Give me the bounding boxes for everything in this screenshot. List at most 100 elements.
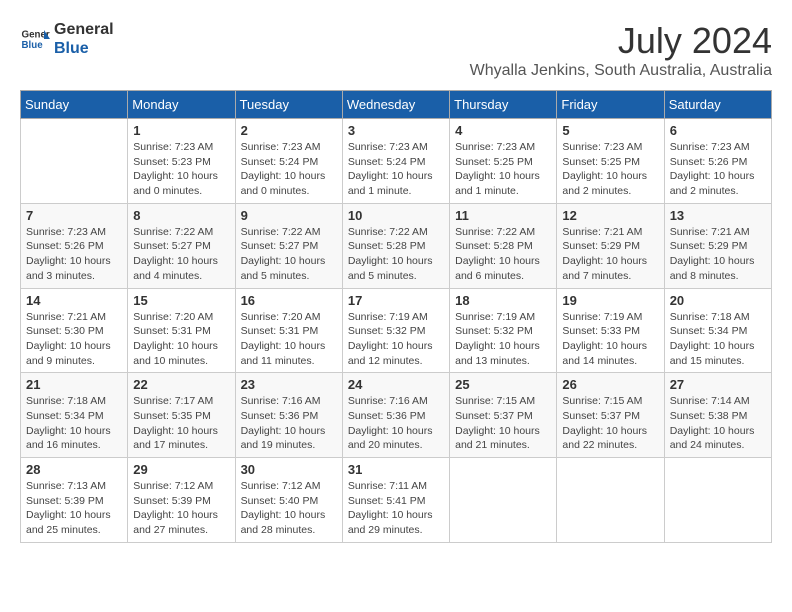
calendar-cell: 2Sunrise: 7:23 AMSunset: 5:24 PMDaylight… bbox=[235, 119, 342, 204]
day-number: 6 bbox=[670, 123, 766, 138]
calendar-week-1: 1Sunrise: 7:23 AMSunset: 5:23 PMDaylight… bbox=[21, 119, 772, 204]
day-number: 3 bbox=[348, 123, 444, 138]
calendar-cell: 1Sunrise: 7:23 AMSunset: 5:23 PMDaylight… bbox=[128, 119, 235, 204]
day-number: 14 bbox=[26, 293, 122, 308]
calendar-cell: 11Sunrise: 7:22 AMSunset: 5:28 PMDayligh… bbox=[450, 203, 557, 288]
title-section: July 2024 Whyalla Jenkins, South Austral… bbox=[470, 20, 772, 80]
day-info: Sunrise: 7:19 AMSunset: 5:32 PMDaylight:… bbox=[348, 310, 444, 369]
calendar-header-row: SundayMondayTuesdayWednesdayThursdayFrid… bbox=[21, 91, 772, 119]
day-info: Sunrise: 7:23 AMSunset: 5:25 PMDaylight:… bbox=[455, 140, 551, 199]
day-number: 24 bbox=[348, 377, 444, 392]
calendar-body: 1Sunrise: 7:23 AMSunset: 5:23 PMDaylight… bbox=[21, 119, 772, 543]
day-number: 18 bbox=[455, 293, 551, 308]
calendar-cell: 20 Sunrise: 7:18 AMSunset: 5:34 PMDayligh… bbox=[664, 288, 771, 373]
calendar-cell bbox=[664, 458, 771, 543]
day-info: Sunrise: 7:16 AMSunset: 5:36 PMDaylight:… bbox=[348, 394, 444, 453]
calendar-cell: 16 Sunrise: 7:20 AMSunset: 5:31 PMDayligh… bbox=[235, 288, 342, 373]
calendar-week-2: 7 Sunrise: 7:23 AMSunset: 5:26 PMDaylight… bbox=[21, 203, 772, 288]
location-title: Whyalla Jenkins, South Australia, Austra… bbox=[470, 62, 772, 80]
day-info: Sunrise: 7:23 AMSunset: 5:26 PMDaylight:… bbox=[26, 225, 122, 284]
day-info: Sunrise: 7:23 AMSunset: 5:23 PMDaylight:… bbox=[133, 140, 229, 199]
calendar-week-4: 21 Sunrise: 7:18 AMSunset: 5:34 PMDayligh… bbox=[21, 373, 772, 458]
calendar-cell: 5 Sunrise: 7:23 AMSunset: 5:25 PMDaylight… bbox=[557, 119, 664, 204]
day-number: 19 bbox=[562, 293, 658, 308]
calendar-cell: 6 Sunrise: 7:23 AMSunset: 5:26 PMDaylight… bbox=[664, 119, 771, 204]
calendar-cell: 17 Sunrise: 7:19 AMSunset: 5:32 PMDayligh… bbox=[342, 288, 449, 373]
calendar-cell bbox=[557, 458, 664, 543]
calendar-cell: 18Sunrise: 7:19 AMSunset: 5:32 PMDayligh… bbox=[450, 288, 557, 373]
day-info: Sunrise: 7:12 AMSunset: 5:40 PMDaylight:… bbox=[241, 479, 337, 538]
day-info: Sunrise: 7:22 AMSunset: 5:27 PMDaylight:… bbox=[241, 225, 337, 284]
day-info: Sunrise: 7:23 AMSunset: 5:26 PMDaylight:… bbox=[670, 140, 766, 199]
calendar-cell: 3 Sunrise: 7:23 AMSunset: 5:24 PMDaylight… bbox=[342, 119, 449, 204]
calendar-cell: 27Sunrise: 7:14 AMSunset: 5:38 PMDayligh… bbox=[664, 373, 771, 458]
calendar-cell: 26 Sunrise: 7:15 AMSunset: 5:37 PMDayligh… bbox=[557, 373, 664, 458]
calendar-cell: 21 Sunrise: 7:18 AMSunset: 5:34 PMDayligh… bbox=[21, 373, 128, 458]
day-info: Sunrise: 7:18 AMSunset: 5:34 PMDaylight:… bbox=[670, 310, 766, 369]
calendar-cell: 29Sunrise: 7:12 AMSunset: 5:39 PMDayligh… bbox=[128, 458, 235, 543]
day-number: 21 bbox=[26, 377, 122, 392]
day-info: Sunrise: 7:23 AMSunset: 5:25 PMDaylight:… bbox=[562, 140, 658, 199]
day-header-wednesday: Wednesday bbox=[342, 91, 449, 119]
day-number: 13 bbox=[670, 208, 766, 223]
calendar-cell: 23 Sunrise: 7:16 AMSunset: 5:36 PMDayligh… bbox=[235, 373, 342, 458]
logo: General Blue General Blue bbox=[20, 20, 114, 58]
day-info: Sunrise: 7:23 AMSunset: 5:24 PMDaylight:… bbox=[348, 140, 444, 199]
calendar-week-3: 14 Sunrise: 7:21 AMSunset: 5:30 PMDayligh… bbox=[21, 288, 772, 373]
calendar-cell: 8Sunrise: 7:22 AMSunset: 5:27 PMDaylight… bbox=[128, 203, 235, 288]
calendar-week-5: 28 Sunrise: 7:13 AMSunset: 5:39 PMDayligh… bbox=[21, 458, 772, 543]
calendar-cell: 28 Sunrise: 7:13 AMSunset: 5:39 PMDayligh… bbox=[21, 458, 128, 543]
day-number: 20 bbox=[670, 293, 766, 308]
day-number: 17 bbox=[348, 293, 444, 308]
calendar-table: SundayMondayTuesdayWednesdayThursdayFrid… bbox=[20, 90, 772, 543]
day-number: 30 bbox=[241, 462, 337, 477]
day-number: 8 bbox=[133, 208, 229, 223]
day-info: Sunrise: 7:23 AMSunset: 5:24 PMDaylight:… bbox=[241, 140, 337, 199]
calendar-cell: 30 Sunrise: 7:12 AMSunset: 5:40 PMDayligh… bbox=[235, 458, 342, 543]
day-info: Sunrise: 7:16 AMSunset: 5:36 PMDaylight:… bbox=[241, 394, 337, 453]
calendar-cell: 13 Sunrise: 7:21 AMSunset: 5:29 PMDayligh… bbox=[664, 203, 771, 288]
day-info: Sunrise: 7:12 AMSunset: 5:39 PMDaylight:… bbox=[133, 479, 229, 538]
month-title: July 2024 bbox=[470, 20, 772, 62]
calendar-cell: 7 Sunrise: 7:23 AMSunset: 5:26 PMDaylight… bbox=[21, 203, 128, 288]
day-number: 16 bbox=[241, 293, 337, 308]
calendar-cell: 10Sunrise: 7:22 AMSunset: 5:28 PMDayligh… bbox=[342, 203, 449, 288]
day-number: 26 bbox=[562, 377, 658, 392]
calendar-cell: 22Sunrise: 7:17 AMSunset: 5:35 PMDayligh… bbox=[128, 373, 235, 458]
day-info: Sunrise: 7:15 AMSunset: 5:37 PMDaylight:… bbox=[562, 394, 658, 453]
calendar-cell: 31Sunrise: 7:11 AMSunset: 5:41 PMDayligh… bbox=[342, 458, 449, 543]
calendar-cell: 25Sunrise: 7:15 AMSunset: 5:37 PMDayligh… bbox=[450, 373, 557, 458]
logo-general-text: General bbox=[54, 20, 114, 39]
day-header-monday: Monday bbox=[128, 91, 235, 119]
day-number: 27 bbox=[670, 377, 766, 392]
calendar-cell bbox=[450, 458, 557, 543]
day-info: Sunrise: 7:18 AMSunset: 5:34 PMDaylight:… bbox=[26, 394, 122, 453]
page-header: General Blue General Blue July 2024 Whya… bbox=[20, 20, 772, 80]
calendar-cell: 12 Sunrise: 7:21 AMSunset: 5:29 PMDayligh… bbox=[557, 203, 664, 288]
day-info: Sunrise: 7:11 AMSunset: 5:41 PMDaylight:… bbox=[348, 479, 444, 538]
day-info: Sunrise: 7:13 AMSunset: 5:39 PMDaylight:… bbox=[26, 479, 122, 538]
day-info: Sunrise: 7:19 AMSunset: 5:33 PMDaylight:… bbox=[562, 310, 658, 369]
day-number: 10 bbox=[348, 208, 444, 223]
day-info: Sunrise: 7:21 AMSunset: 5:30 PMDaylight:… bbox=[26, 310, 122, 369]
day-info: Sunrise: 7:20 AMSunset: 5:31 PMDaylight:… bbox=[241, 310, 337, 369]
day-number: 9 bbox=[241, 208, 337, 223]
logo-blue-text: Blue bbox=[54, 39, 114, 58]
day-number: 12 bbox=[562, 208, 658, 223]
day-number: 15 bbox=[133, 293, 229, 308]
calendar-cell: 4 Sunrise: 7:23 AMSunset: 5:25 PMDaylight… bbox=[450, 119, 557, 204]
calendar-cell: 14 Sunrise: 7:21 AMSunset: 5:30 PMDayligh… bbox=[21, 288, 128, 373]
calendar-cell bbox=[21, 119, 128, 204]
day-info: Sunrise: 7:21 AMSunset: 5:29 PMDaylight:… bbox=[562, 225, 658, 284]
day-info: Sunrise: 7:21 AMSunset: 5:29 PMDaylight:… bbox=[670, 225, 766, 284]
day-number: 4 bbox=[455, 123, 551, 138]
day-number: 28 bbox=[26, 462, 122, 477]
calendar-cell: 9 Sunrise: 7:22 AMSunset: 5:27 PMDaylight… bbox=[235, 203, 342, 288]
day-number: 25 bbox=[455, 377, 551, 392]
day-number: 23 bbox=[241, 377, 337, 392]
day-info: Sunrise: 7:20 AMSunset: 5:31 PMDaylight:… bbox=[133, 310, 229, 369]
calendar-cell: 19 Sunrise: 7:19 AMSunset: 5:33 PMDayligh… bbox=[557, 288, 664, 373]
logo-icon: General Blue bbox=[20, 24, 50, 54]
day-number: 5 bbox=[562, 123, 658, 138]
day-number: 7 bbox=[26, 208, 122, 223]
